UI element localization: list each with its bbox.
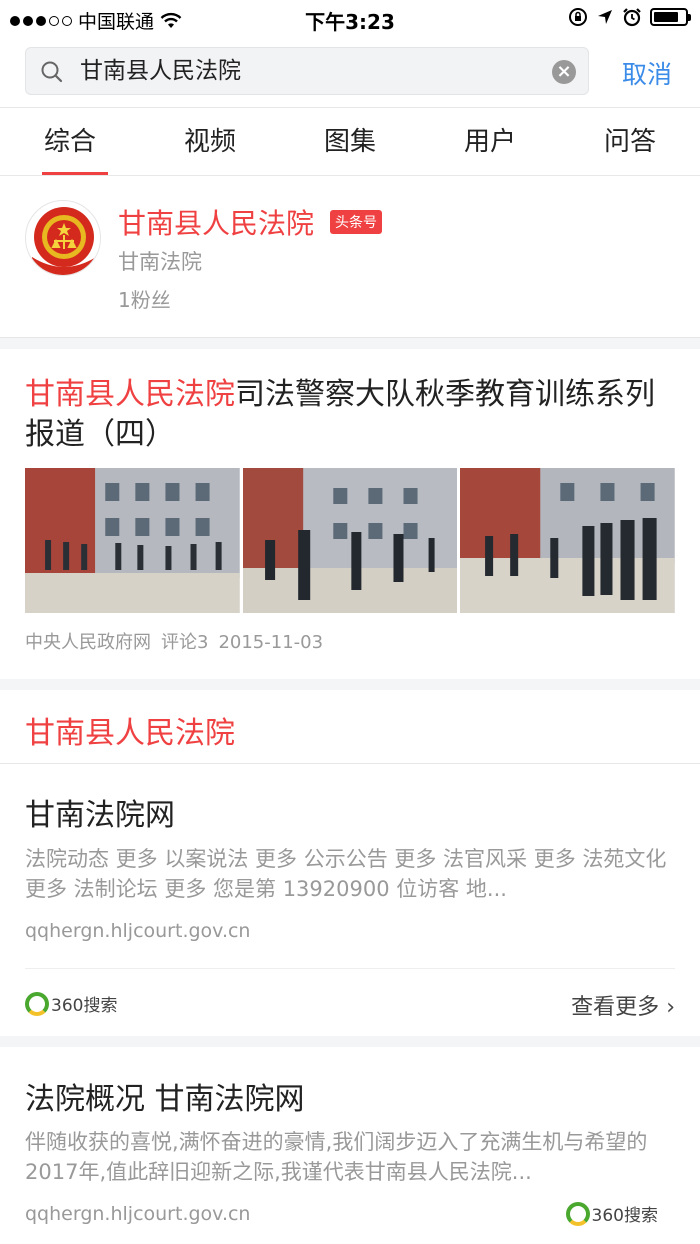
court-emblem-icon	[32, 207, 96, 275]
toutiao-badge: 头条号	[330, 210, 382, 234]
search-box[interactable]: 甘南县人民法院 ×	[25, 47, 589, 95]
article-source: 中央人民政府网	[25, 632, 151, 653]
cancel-button[interactable]: 取消	[622, 55, 672, 91]
battery-icon	[650, 8, 691, 26]
360-logo-text: 360搜索	[591, 1206, 658, 1226]
view-more-link[interactable]: 查看更多 ›	[571, 989, 675, 1021]
search-input[interactable]: 甘南县人民法院	[80, 48, 241, 94]
article-card[interactable]: 甘南县人民法院司法警察大队秋季教育训练系列报道（四） 中央人民政府网 评论3 2…	[0, 349, 700, 679]
rotation-lock-icon	[569, 8, 587, 26]
360-search-logo-2: 360搜索	[565, 1201, 658, 1226]
web-result-card-2[interactable]: 法院概况 甘南法院网 伴随收获的喜悦,满怀奋进的豪情,我们阔步迈入了充满生机与希…	[0, 1047, 700, 1244]
article-title[interactable]: 甘南县人民法院司法警察大队秋季教育训练系列报道（四）	[25, 375, 675, 455]
status-right	[568, 7, 691, 27]
clear-icon[interactable]: ×	[552, 60, 576, 84]
360-logo-text: 360搜索	[51, 996, 118, 1016]
thumbnail-image-1[interactable]	[25, 468, 240, 613]
status-bar: 中国联通 下午3:23	[0, 0, 700, 36]
chevron-right-icon: ›	[666, 995, 675, 1020]
360-logo-icon	[25, 991, 49, 1016]
web-result-2-title[interactable]: 法院概况 甘南法院网	[25, 1074, 305, 1118]
thumbnail-image-2[interactable]	[242, 468, 458, 613]
tab-video[interactable]: 视频	[140, 108, 280, 175]
battery-fill	[654, 12, 678, 22]
divider	[25, 968, 675, 969]
360-search-logo: 360搜索	[25, 991, 117, 1016]
360-logo-icon	[565, 1201, 590, 1226]
account-name[interactable]: 甘南县人民法院	[118, 202, 314, 242]
web-result-header[interactable]: 甘南县人民法院	[25, 708, 235, 752]
avatar[interactable]	[25, 200, 101, 276]
search-header: 甘南县人民法院 × 取消	[0, 36, 700, 108]
web-result-title[interactable]: 甘南法院网	[25, 790, 175, 834]
web-result-card: 甘南县人民法院 甘南法院网 法院动态 更多 以案说法 更多 公示公告 更多 法官…	[0, 690, 700, 1036]
article-meta: 中央人民政府网 评论3 2015-11-03	[25, 628, 333, 654]
web-result-2-snippet: 伴随收获的喜悦,满怀奋进的豪情,我们阔步迈入了充满生机与希望的2017年,值此辞…	[25, 1130, 648, 1184]
alarm-icon	[623, 8, 641, 27]
tab-users[interactable]: 用户	[420, 108, 560, 175]
search-icon	[41, 61, 63, 83]
account-fans: 1粉丝	[118, 288, 171, 312]
thumbnail-image-3[interactable]	[460, 468, 676, 613]
view-more-label: 查看更多	[571, 995, 660, 1020]
tab-comprehensive[interactable]: 综合	[0, 108, 140, 175]
divider	[0, 763, 700, 764]
article-comments: 评论3	[161, 632, 209, 653]
location-icon	[598, 10, 612, 24]
tab-gallery[interactable]: 图集	[280, 108, 420, 175]
article-date: 2015-11-03	[218, 632, 324, 653]
article-thumbnails	[25, 468, 676, 613]
article-title-highlight: 甘南县人民法院	[25, 377, 235, 412]
account-description: 甘南法院	[118, 250, 202, 274]
tab-qa[interactable]: 问答	[560, 108, 700, 175]
account-card[interactable]: 甘南县人民法院 头条号 甘南法院 1粉丝	[0, 176, 700, 338]
web-result-2-url[interactable]: qqhergn.hljcourt.gov.cn	[25, 1203, 250, 1225]
tab-bar: 综合 视频 图集 用户 问答	[0, 108, 700, 176]
web-result-url[interactable]: qqhergn.hljcourt.gov.cn	[25, 920, 250, 942]
web-result-snippet: 法院动态 更多 以案说法 更多 公示公告 更多 法官风采 更多 法苑文化 更多 …	[25, 847, 667, 901]
